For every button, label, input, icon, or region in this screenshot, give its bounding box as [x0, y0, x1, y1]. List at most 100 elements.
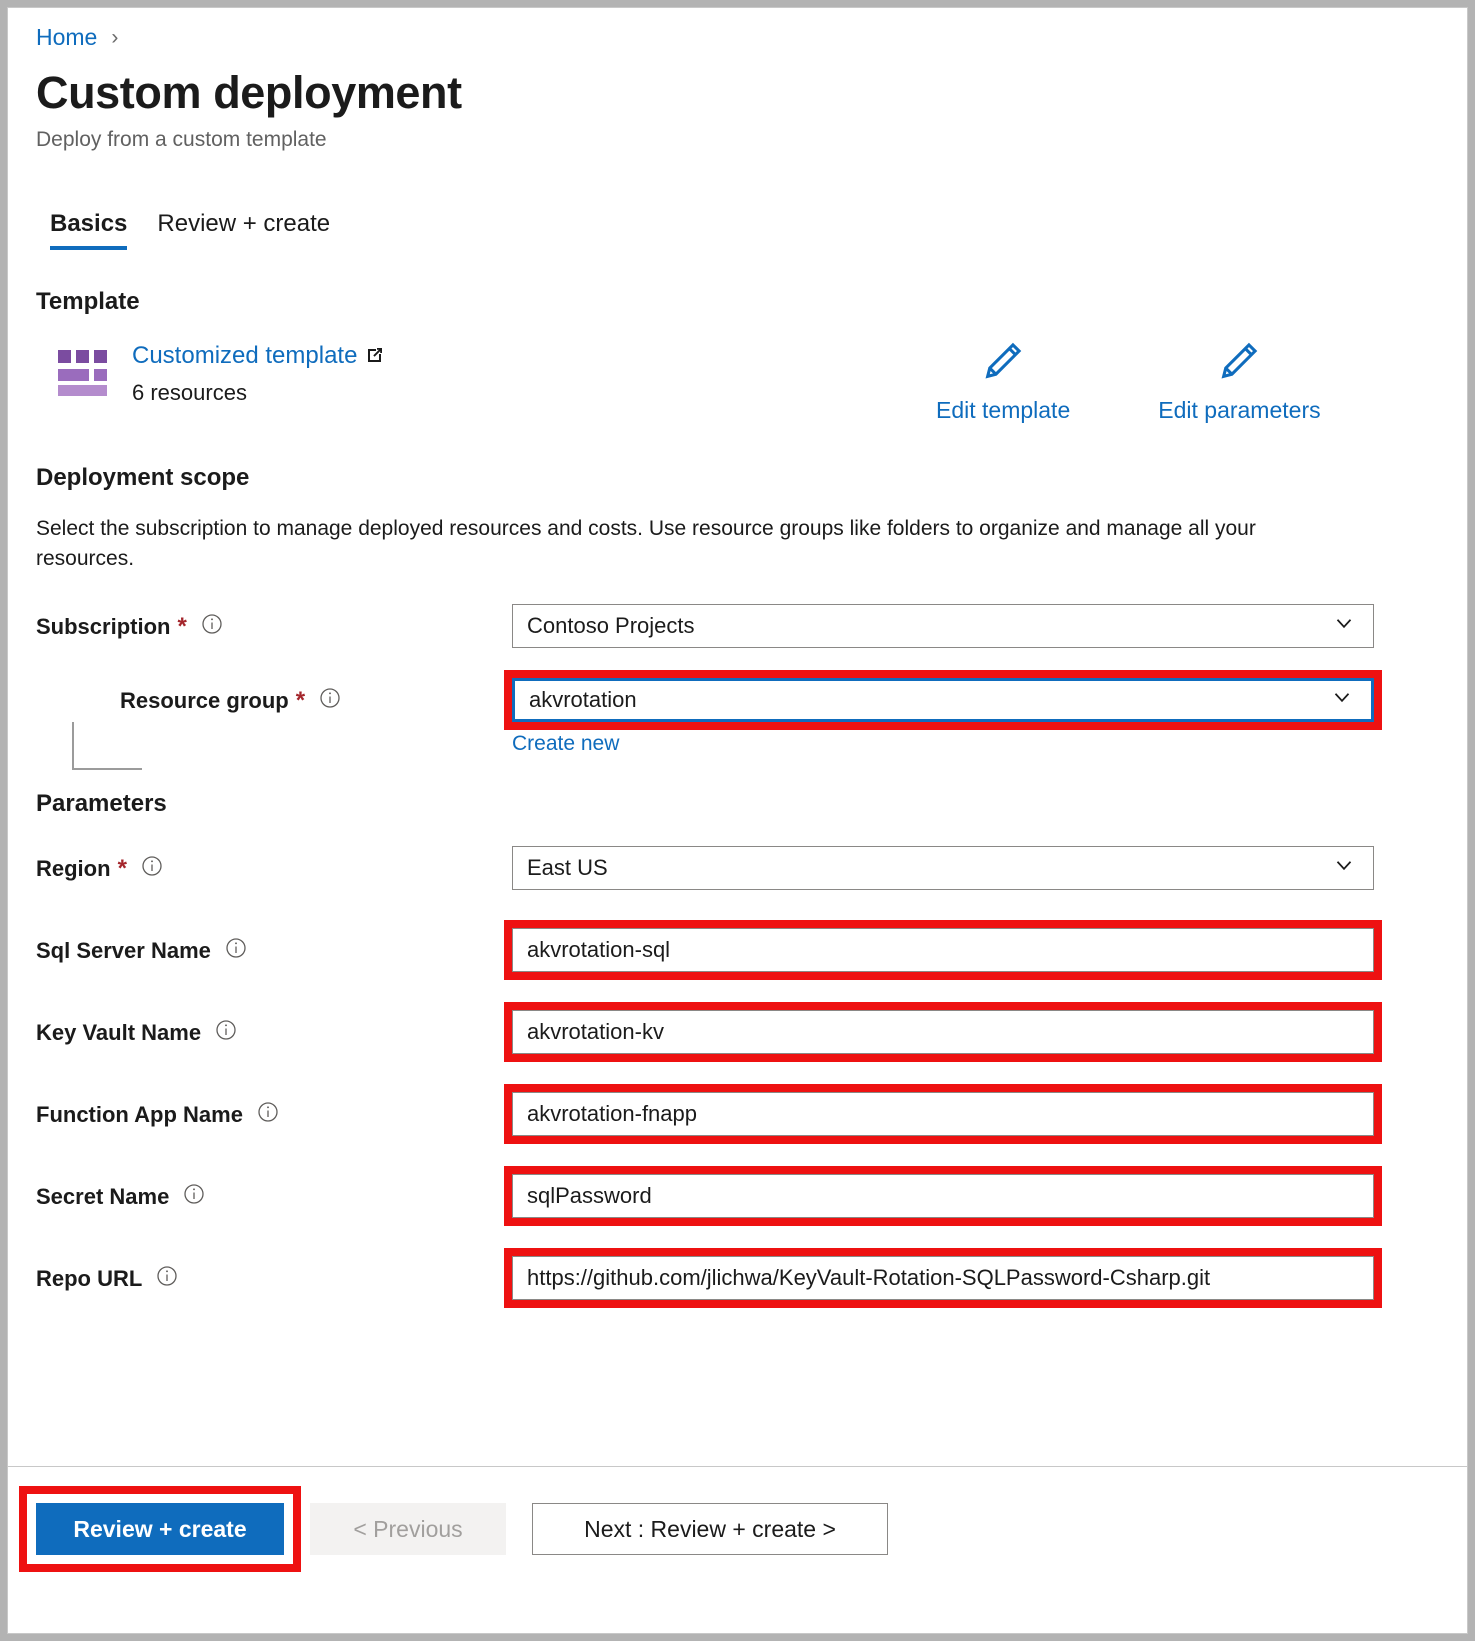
repo-url-label: Repo URL: [36, 1265, 143, 1291]
highlight-box-secret-name: sqlPassword: [504, 1165, 1382, 1226]
chevron-down-icon: [1331, 852, 1357, 884]
info-icon[interactable]: [140, 854, 164, 884]
function-app-name-value: akvrotation-fnapp: [527, 1100, 697, 1126]
repo-url-input[interactable]: https://github.com/jlichwa/KeyVault-Rota…: [512, 1255, 1374, 1300]
info-icon[interactable]: [214, 1018, 238, 1048]
sql-server-name-input[interactable]: akvrotation-sql: [512, 927, 1374, 972]
resource-group-control-col: akvrotation Create new: [504, 669, 1439, 756]
sql-server-name-label-group: Sql Server Name: [36, 928, 512, 966]
sql-server-name-row: Sql Server Name akvrotation-sql: [36, 919, 1439, 980]
secret-name-label-group: Secret Name: [36, 1174, 512, 1212]
highlight-box-key-vault-name: akvrotation-kv: [504, 1001, 1382, 1062]
template-resource-count: 6 resources: [132, 380, 247, 406]
key-vault-name-input[interactable]: akvrotation-kv: [512, 1009, 1374, 1054]
function-app-name-control-col: akvrotation-fnapp: [504, 1083, 1439, 1144]
function-app-name-label-group: Function App Name: [36, 1092, 512, 1130]
chevron-down-icon: [1331, 610, 1357, 642]
template-section-heading: Template: [36, 288, 140, 316]
pencil-icon: [980, 338, 1026, 389]
region-required-marker: *: [117, 854, 127, 882]
template-info: Customized template 6 resources: [132, 342, 385, 406]
region-control-col: East US: [512, 845, 1439, 890]
external-link-icon: [365, 344, 385, 372]
highlight-box-review-create: Review + create: [19, 1486, 301, 1572]
customized-template-link[interactable]: Customized template: [132, 342, 385, 372]
secret-name-row: Secret Name sqlPassword: [36, 1165, 1439, 1226]
sql-server-name-control-col: akvrotation-sql: [504, 919, 1439, 980]
tab-basics[interactable]: Basics: [50, 210, 128, 251]
subscription-dropdown[interactable]: Contoso Projects: [512, 603, 1374, 648]
subscription-row: Subscription * Contoso Projects: [36, 603, 1439, 656]
chevron-down-icon: [1329, 684, 1355, 716]
edit-parameters-label: Edit parameters: [1158, 397, 1321, 424]
edit-parameters-button[interactable]: Edit parameters: [1158, 338, 1321, 424]
custom-deployment-blade: Home › Custom deployment Deploy from a c…: [7, 7, 1468, 1634]
template-edit-actions: Edit template Edit parameters: [936, 338, 1321, 424]
info-icon[interactable]: [200, 612, 224, 642]
subscription-required-marker: *: [177, 612, 187, 640]
customized-template-label: Customized template: [132, 342, 358, 370]
secret-name-value: sqlPassword: [527, 1182, 652, 1208]
secret-name-control-col: sqlPassword: [504, 1165, 1439, 1226]
info-icon[interactable]: [224, 936, 248, 966]
resource-group-row: Resource group * akvrotation Create new: [36, 669, 1439, 770]
template-icon: [58, 350, 110, 398]
subscription-label: Subscription: [36, 613, 171, 639]
highlight-box-function-app-name: akvrotation-fnapp: [504, 1083, 1382, 1144]
breadcrumb: Home ›: [36, 8, 1439, 51]
secret-name-input[interactable]: sqlPassword: [512, 1173, 1374, 1218]
key-vault-name-label: Key Vault Name: [36, 1019, 202, 1045]
highlight-box-repo-url: https://github.com/jlichwa/KeyVault-Rota…: [504, 1247, 1382, 1308]
blade-content-scroll[interactable]: Home › Custom deployment Deploy from a c…: [8, 8, 1467, 1466]
info-icon[interactable]: [318, 686, 342, 716]
deployment-scope-heading: Deployment scope: [36, 464, 250, 492]
function-app-name-input[interactable]: akvrotation-fnapp: [512, 1091, 1374, 1136]
key-vault-name-control-col: akvrotation-kv: [504, 1001, 1439, 1062]
subscription-control-col: Contoso Projects: [512, 603, 1439, 648]
blade-footer: Review + create < Previous Next : Review…: [8, 1466, 1467, 1633]
resource-group-dropdown[interactable]: akvrotation: [512, 677, 1374, 722]
resource-group-label-group: Resource group *: [36, 678, 512, 716]
breadcrumb-chevron-icon: ›: [111, 25, 119, 49]
parameters-heading: Parameters: [36, 789, 167, 817]
subscription-value: Contoso Projects: [527, 612, 695, 638]
info-icon[interactable]: [182, 1182, 206, 1212]
key-vault-name-row: Key Vault Name akvrotation-kv: [36, 1001, 1439, 1062]
info-icon[interactable]: [155, 1264, 179, 1294]
repo-url-value: https://github.com/jlichwa/KeyVault-Rota…: [527, 1264, 1211, 1290]
region-dropdown[interactable]: East US: [512, 845, 1374, 890]
previous-button: < Previous: [310, 1503, 506, 1555]
breadcrumb-home-link[interactable]: Home: [36, 24, 97, 51]
region-value: East US: [527, 854, 608, 880]
template-row: Customized template 6 resources Edit tem…: [36, 342, 1439, 423]
deployment-scope-description: Select the subscription to manage deploy…: [36, 517, 1256, 571]
key-vault-name-label-group: Key Vault Name: [36, 1010, 512, 1048]
region-row: Region * East US: [36, 845, 1439, 898]
tree-connector: [72, 721, 142, 770]
info-icon[interactable]: [256, 1100, 280, 1130]
highlight-box-resource-group: akvrotation: [504, 669, 1382, 730]
repo-url-row: Repo URL https://github.com/jlichwa/KeyV…: [36, 1247, 1439, 1308]
tab-bar: Basics Review + create: [36, 210, 1439, 251]
page-title: Custom deployment: [36, 67, 462, 118]
resource-group-label: Resource group: [120, 687, 289, 713]
key-vault-name-value: akvrotation-kv: [527, 1018, 664, 1044]
next-review-create-button[interactable]: Next : Review + create >: [532, 1503, 888, 1555]
create-new-resource-group-link[interactable]: Create new: [512, 732, 619, 756]
function-app-name-label: Function App Name: [36, 1101, 243, 1127]
sql-server-name-value: akvrotation-sql: [527, 936, 671, 962]
secret-name-label: Secret Name: [36, 1183, 170, 1209]
review-create-button[interactable]: Review + create: [36, 1503, 284, 1555]
highlight-box-sql-server-name: akvrotation-sql: [504, 919, 1382, 980]
region-label: Region: [36, 855, 111, 881]
tab-review-create[interactable]: Review + create: [157, 210, 330, 250]
sql-server-name-label: Sql Server Name: [36, 937, 211, 963]
function-app-name-row: Function App Name akvrotation-fnapp: [36, 1083, 1439, 1144]
resource-group-value: akvrotation: [529, 686, 637, 712]
pencil-icon: [1216, 338, 1262, 389]
resource-group-required-marker: *: [295, 686, 306, 714]
edit-template-label: Edit template: [936, 397, 1071, 424]
subscription-label-group: Subscription *: [36, 604, 512, 642]
page-subtitle: Deploy from a custom template: [36, 128, 327, 152]
edit-template-button[interactable]: Edit template: [936, 338, 1070, 424]
